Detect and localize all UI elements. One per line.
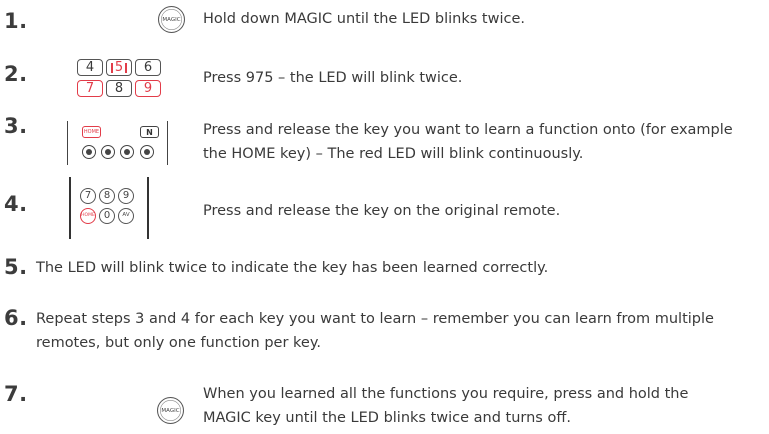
- remote-edge-left: [67, 121, 69, 165]
- step-7-line-1: When you learned all the functions you r…: [203, 386, 689, 402]
- step-1-text: Hold down MAGIC until the LED blinks twi…: [203, 11, 526, 27]
- step-7-line-2: MAGIC key until the LED blinks twice and…: [203, 410, 571, 426]
- digit-key-8: 8: [99, 188, 115, 204]
- round-key-2: [101, 145, 115, 159]
- step-2-text: Press 975 – the LED will blink twice.: [203, 70, 463, 86]
- key-9: 9: [135, 80, 161, 97]
- home-round-key: HOME: [80, 208, 96, 224]
- key-4: 4: [77, 59, 103, 76]
- magic-button-icon: MAGIC: [158, 6, 185, 33]
- av-key: AV: [118, 208, 134, 224]
- magic-button-label: MAGIC: [161, 407, 180, 414]
- digit-key-7: 7: [80, 188, 96, 204]
- step-7-number: 7.: [4, 382, 28, 406]
- key-8: 8: [106, 80, 132, 97]
- step-6-line-1: Repeat steps 3 and 4 for each key you wa…: [36, 311, 714, 327]
- step-3-number: 3.: [4, 114, 28, 138]
- step-2-number: 2.: [4, 62, 28, 86]
- step-5-text: The LED will blink twice to indicate the…: [36, 260, 549, 276]
- step-3-line-1: Press and release the key you want to le…: [203, 122, 733, 138]
- step-3-line-2: the HOME key) – The red LED will blink c…: [203, 146, 584, 162]
- key-5: 5: [106, 59, 132, 76]
- step-6-number: 6.: [4, 306, 28, 330]
- step-4-number: 4.: [4, 192, 28, 216]
- step-4-text: Press and release the key on the origina…: [203, 203, 561, 219]
- step-5-number: 5.: [4, 255, 28, 279]
- remote-edge-right: [147, 177, 149, 239]
- round-key-1: [82, 145, 96, 159]
- step-6-line-2: remotes, but only one function per key.: [36, 335, 321, 351]
- remote-edge-left: [69, 177, 71, 239]
- magic-button-label: MAGIC: [162, 16, 181, 23]
- key-7: 7: [77, 80, 103, 97]
- digit-key-9: 9: [118, 188, 134, 204]
- home-key: HOME: [82, 126, 101, 138]
- round-key-3: [120, 145, 134, 159]
- round-key-4: [140, 145, 154, 159]
- step-1-number: 1.: [4, 9, 28, 33]
- key-6: 6: [135, 59, 161, 76]
- n-key: N: [140, 126, 159, 138]
- magic-button-icon: MAGIC: [157, 397, 184, 424]
- remote-edge-right: [167, 121, 169, 165]
- digit-key-0: 0: [99, 208, 115, 224]
